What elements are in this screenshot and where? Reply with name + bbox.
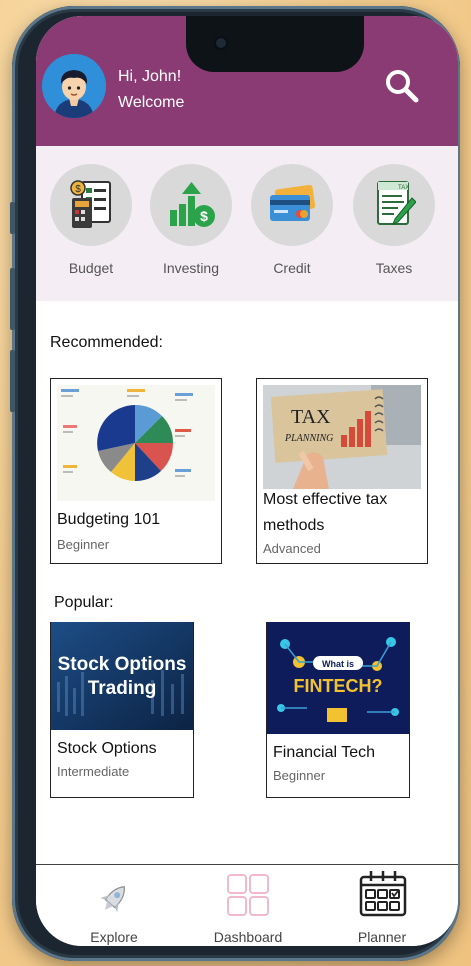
bottom-nav: Explore Dashboard Planner bbox=[36, 864, 458, 946]
popular-heading: Popular: bbox=[54, 594, 114, 611]
fintech-thumbnail: What is FINTECH? bbox=[267, 622, 409, 734]
stock-options-thumbnail: Stock Options Trading bbox=[51, 622, 193, 730]
nav-label: Planner bbox=[357, 929, 407, 945]
app-screen: Hi, John! Welcome $ Budget $ Investing C… bbox=[36, 16, 458, 946]
nav-label: Explore bbox=[90, 929, 138, 945]
course-card-stock-options[interactable]: Stock Options Trading Stock Options Inte… bbox=[50, 622, 194, 798]
course-title: Budgeting 101 bbox=[57, 511, 161, 528]
thumb-title-line2: FINTECH? bbox=[294, 676, 383, 696]
greeting-text: Hi, John! bbox=[118, 68, 182, 85]
svg-text:TAX: TAX bbox=[398, 185, 409, 191]
svg-text:$: $ bbox=[200, 208, 208, 224]
phone-side-button bbox=[10, 202, 15, 234]
user-avatar-icon[interactable] bbox=[42, 54, 106, 118]
svg-text:$: $ bbox=[75, 184, 81, 195]
tax-form-icon: TAX bbox=[353, 164, 435, 246]
course-level: Beginner bbox=[57, 537, 110, 552]
rocket-icon bbox=[96, 881, 132, 917]
welcome-text: Welcome bbox=[118, 94, 185, 111]
phone-notch bbox=[186, 16, 364, 72]
dashboard-grid-icon bbox=[226, 873, 270, 917]
thumb-title-line1: What is bbox=[322, 659, 354, 669]
credit-card-icon bbox=[251, 164, 333, 246]
recommended-heading: Recommended: bbox=[50, 334, 163, 351]
budget-pie-thumbnail bbox=[57, 385, 215, 501]
category-budget[interactable]: $ Budget bbox=[46, 164, 136, 276]
tax-thumb-text: TAX bbox=[291, 406, 331, 428]
budget-calculator-icon: $ bbox=[50, 164, 132, 246]
thumb-title-line2: Trading bbox=[88, 678, 157, 699]
investing-growth-icon: $ bbox=[150, 164, 232, 246]
category-strip: $ Budget $ Investing Credit TAX Taxes bbox=[36, 146, 458, 301]
category-taxes[interactable]: TAX Taxes bbox=[349, 164, 439, 276]
tax-planning-thumbnail: TAX PLANNING bbox=[263, 385, 421, 489]
planning-thumb-text: PLANNING bbox=[284, 433, 333, 444]
phone-volume-down bbox=[10, 350, 15, 412]
course-title: Most effective tax methods bbox=[263, 491, 388, 534]
nav-label: Dashboard bbox=[213, 929, 283, 945]
course-title: Stock Options bbox=[57, 740, 157, 757]
course-card-tax-methods[interactable]: TAX PLANNING Most effective tax methods … bbox=[256, 378, 428, 564]
phone-volume-up bbox=[10, 268, 15, 330]
course-level: Advanced bbox=[263, 541, 321, 556]
thumb-title-line1: Stock Options bbox=[58, 654, 187, 675]
category-label: Credit bbox=[273, 260, 311, 276]
course-card-fintech[interactable]: What is FINTECH? Financial Tech Beginner bbox=[266, 622, 410, 798]
course-card-budgeting[interactable]: Budgeting 101 Beginner bbox=[50, 378, 222, 564]
category-label: Budget bbox=[68, 260, 114, 276]
category-label: Investing bbox=[162, 260, 220, 276]
category-credit[interactable]: Credit bbox=[247, 164, 337, 276]
search-icon[interactable] bbox=[382, 66, 422, 106]
course-level: Intermediate bbox=[57, 764, 130, 779]
calendar-icon bbox=[358, 869, 408, 919]
category-label: Taxes bbox=[375, 260, 413, 276]
course-level: Beginner bbox=[273, 768, 326, 783]
course-title: Financial Tech bbox=[273, 744, 375, 761]
category-investing[interactable]: $ Investing bbox=[146, 164, 236, 276]
